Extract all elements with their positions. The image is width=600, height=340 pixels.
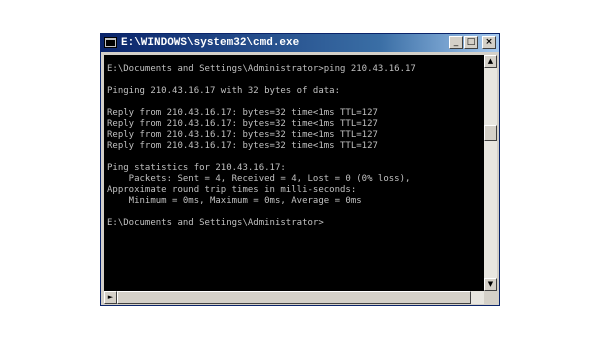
title-bar[interactable]: E:\WINDOWS\system32\cmd.exe _ □ × xyxy=(101,34,499,52)
scroll-right-icon[interactable]: ► xyxy=(104,291,117,304)
cmd-icon[interactable] xyxy=(104,37,117,48)
window-title: E:\WINDOWS\system32\cmd.exe xyxy=(121,37,300,49)
size-grip[interactable] xyxy=(484,291,497,304)
console-line: Approximate round trip times in milli-se… xyxy=(107,185,357,195)
console-line: E:\Documents and Settings\Administrator>… xyxy=(107,64,416,74)
horizontal-scrollbar[interactable]: ◄ ► xyxy=(104,291,484,304)
console-line: Pinging 210.43.16.17 with 32 bytes of da… xyxy=(107,86,340,96)
console-line: Packets: Sent = 4, Received = 4, Lost = … xyxy=(107,174,411,184)
close-button[interactable]: × xyxy=(482,36,496,49)
console-line: Reply from 210.43.16.17: bytes=32 time<1… xyxy=(107,130,378,140)
horizontal-scroll-thumb[interactable] xyxy=(117,291,471,304)
vertical-scrollbar[interactable]: ▲ ▼ xyxy=(484,55,497,291)
console-line: Reply from 210.43.16.17: bytes=32 time<1… xyxy=(107,119,378,129)
console-prompt: E:\Documents and Settings\Administrator> xyxy=(107,218,324,228)
console-line: Minimum = 0ms, Maximum = 0ms, Average = … xyxy=(107,196,362,206)
console-line: Ping statistics for 210.43.16.17: xyxy=(107,163,286,173)
console-output[interactable]: E:\Documents and Settings\Administrator>… xyxy=(104,55,484,291)
console-line: Reply from 210.43.16.17: bytes=32 time<1… xyxy=(107,108,378,118)
vertical-scroll-thumb[interactable] xyxy=(484,125,497,141)
minimize-button[interactable]: _ xyxy=(449,36,463,49)
console-line: Reply from 210.43.16.17: bytes=32 time<1… xyxy=(107,141,378,151)
scroll-down-icon[interactable]: ▼ xyxy=(484,278,497,291)
maximize-button[interactable]: □ xyxy=(464,36,478,49)
cmd-window: E:\WINDOWS\system32\cmd.exe _ □ × E:\Doc… xyxy=(100,33,500,306)
scroll-up-icon[interactable]: ▲ xyxy=(484,55,497,68)
